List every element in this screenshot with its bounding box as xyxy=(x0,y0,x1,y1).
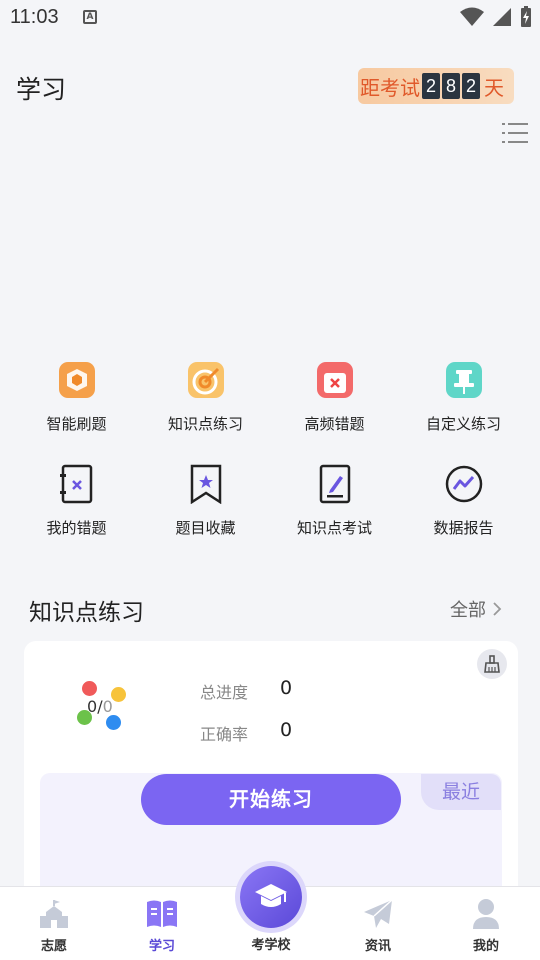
tab-label: 考学校 xyxy=(251,938,291,953)
progress-total: 0 xyxy=(102,697,113,716)
data-report-button[interactable]: 数据报告 xyxy=(399,459,528,563)
countdown-suffix: 天 xyxy=(484,75,504,100)
grid-row: 智能刷题 知识点练习 高频错题 自定义练习 xyxy=(12,355,528,459)
status-bar: 11:03 A xyxy=(0,0,540,36)
tab-study[interactable]: 学习 xyxy=(108,887,216,960)
person-icon xyxy=(469,897,503,931)
grid-label: 知识点考试 xyxy=(296,519,372,537)
yellow-dot xyxy=(111,687,126,702)
tab-label: 我的 xyxy=(472,939,499,954)
signal-icon xyxy=(493,8,511,26)
cube-icon xyxy=(56,359,98,401)
accuracy-label: 正确率 xyxy=(200,725,249,744)
page-title: 学习 xyxy=(16,75,67,104)
notebook-x-icon xyxy=(56,463,98,505)
countdown-prefix: 距考试 xyxy=(360,75,420,100)
status-icons xyxy=(460,6,532,28)
grid-label: 自定义练习 xyxy=(425,415,501,433)
custom-practice-button[interactable]: 自定义练习 xyxy=(399,355,528,459)
knowledge-exam-button[interactable]: 知识点考试 xyxy=(270,459,399,563)
total-progress-label: 总进度 xyxy=(200,683,249,702)
grid-row: 我的错题 题目收藏 知识点考试 数据报告 xyxy=(12,459,528,563)
my-mistakes-button[interactable]: 我的错题 xyxy=(12,459,141,563)
grid-label: 智能刷题 xyxy=(46,415,107,433)
grid-label: 题目收藏 xyxy=(175,519,236,537)
tab-news[interactable]: 资讯 xyxy=(324,887,432,960)
countdown-digit: 2 xyxy=(462,73,480,99)
progress-count: 0/0 xyxy=(87,697,113,716)
tab-exam-school[interactable] xyxy=(240,866,302,928)
school-icon xyxy=(37,897,71,931)
section-title: 知识点练习 xyxy=(29,600,144,626)
progress-done: 0 xyxy=(87,697,98,716)
tab-label: 学习 xyxy=(148,939,175,954)
recent-tab[interactable]: 最近 xyxy=(421,774,501,810)
chevron-right-icon xyxy=(493,602,502,616)
function-grid: 智能刷题 知识点练习 高频错题 自定义练习 我的错题 题目收藏 知识点考试 数据… xyxy=(12,355,528,563)
grid-label: 我的错题 xyxy=(46,519,107,537)
favorites-button[interactable]: 题目收藏 xyxy=(141,459,270,563)
accuracy-value: 0 xyxy=(280,719,293,741)
exam-countdown: 距考试 2 8 2 天 xyxy=(358,68,514,104)
tab-volunteer[interactable]: 志愿 xyxy=(0,887,108,960)
view-all-label: 全部 xyxy=(450,600,486,621)
grid-label: 数据报告 xyxy=(433,519,494,537)
broom-icon xyxy=(484,655,500,673)
list-menu-icon[interactable] xyxy=(502,122,528,144)
blue-dot xyxy=(106,715,121,730)
clear-button[interactable] xyxy=(477,649,507,679)
grid-label: 高频错题 xyxy=(304,415,365,433)
target-icon xyxy=(185,359,227,401)
countdown-digit: 8 xyxy=(442,73,460,99)
frequent-mistakes-button[interactable]: 高频错题 xyxy=(270,355,399,459)
wifi-icon xyxy=(460,7,484,26)
wrong-book-icon xyxy=(314,359,356,401)
total-progress-value: 0 xyxy=(280,677,293,699)
status-time: 11:03 xyxy=(10,6,59,28)
chart-circle-icon xyxy=(443,463,485,505)
notification-a-icon: A xyxy=(83,10,97,24)
tab-label: 资讯 xyxy=(364,939,391,954)
countdown-digit: 2 xyxy=(422,73,440,99)
paper-plane-icon xyxy=(361,897,395,931)
exam-pen-icon xyxy=(314,463,356,505)
graduation-cap-icon xyxy=(255,884,287,907)
start-practice-button[interactable]: 开始练习 xyxy=(141,774,401,825)
knowledge-practice-button[interactable]: 知识点练习 xyxy=(141,355,270,459)
smart-practice-button[interactable]: 智能刷题 xyxy=(12,355,141,459)
pin-icon xyxy=(443,359,485,401)
view-all-link[interactable]: 全部 xyxy=(450,596,502,622)
red-dot xyxy=(82,681,97,696)
bookmark-star-icon xyxy=(185,463,227,505)
tab-profile[interactable]: 我的 xyxy=(432,887,540,960)
tab-label: 志愿 xyxy=(40,939,67,954)
book-icon xyxy=(145,897,179,931)
practice-card: 0/0 总进度 0 正确率 0 最近 开始练习 xyxy=(24,641,518,913)
grid-label: 知识点练习 xyxy=(167,415,243,433)
battery-icon xyxy=(521,6,531,27)
